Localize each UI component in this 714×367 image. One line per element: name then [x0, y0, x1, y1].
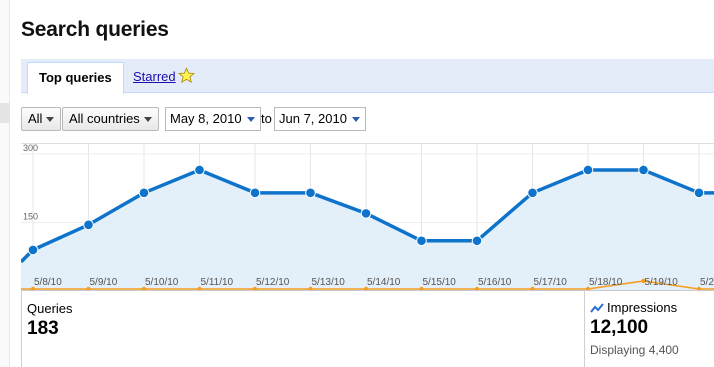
x-tick-label: 5/20/10: [700, 277, 714, 288]
gutter-marker: [0, 103, 10, 123]
x-tick-label: 5/19/10: [645, 277, 679, 288]
tab-top-queries[interactable]: Top queries: [27, 62, 124, 94]
chart-svg: 300 150 5/8/10 5/9/10 5/10/10 5/11/10 5/12/10 5…: [21, 144, 714, 292]
queries-point: [693, 187, 705, 199]
stats-panel: Queries 183 Impressions 12,100 Displayin…: [21, 291, 714, 367]
date-range-separator: to: [261, 111, 272, 126]
x-tick-label: 5/15/10: [423, 277, 457, 288]
queries-value: 183: [27, 318, 59, 339]
x-tick-label: 5/14/10: [367, 277, 401, 288]
date-from-picker[interactable]: May 8, 2010: [165, 107, 261, 131]
impressions-line-icon: [590, 302, 604, 313]
tab-starred[interactable]: Starred: [133, 69, 176, 84]
queries-point: [527, 187, 538, 199]
impressions-displaying: Displaying 4,400: [590, 343, 679, 357]
page-title: Search queries: [21, 18, 169, 41]
x-tick-label: 5/11/10: [201, 277, 234, 288]
chevron-down-icon: [351, 117, 360, 122]
x-tick-label: 5/10/10: [145, 277, 179, 288]
queries-point: [471, 235, 483, 247]
queries-point: [27, 244, 39, 256]
chevron-down-icon: [46, 117, 55, 122]
chevron-down-icon: [143, 117, 152, 122]
queries-label: Queries: [27, 301, 73, 316]
x-tick-label: 5/9/10: [90, 277, 118, 288]
y-tick-label: 300: [23, 144, 38, 153]
x-tick-label: 5/12/10: [256, 277, 290, 288]
impressions-stat[interactable]: Impressions 12,100 Displaying 4,400: [584, 291, 714, 367]
chevron-down-icon: [246, 117, 255, 122]
queries-point: [416, 235, 427, 247]
search-type-value: All: [28, 111, 43, 126]
left-gutter: [0, 0, 10, 367]
queries-point: [249, 187, 261, 199]
queries-point: [582, 164, 594, 176]
queries-chart[interactable]: 300 150 5/8/10 5/9/10 5/10/10 5/11/10 5/12/10 5…: [21, 143, 714, 292]
x-tick-label: 5/8/10: [34, 277, 62, 288]
queries-point: [194, 164, 205, 176]
y-tick-label: 150: [23, 212, 38, 222]
queries-stat[interactable]: Queries 183: [27, 301, 73, 340]
x-tick-label: 5/13/10: [312, 277, 346, 288]
tab-bar: Top queries Starred: [21, 59, 714, 94]
search-type-select[interactable]: All: [21, 107, 62, 131]
queries-point: [638, 164, 649, 176]
queries-point: [360, 208, 372, 219]
queries-point: [138, 187, 150, 199]
x-tick-label: 5/17/10: [534, 277, 568, 288]
countries-select[interactable]: All countries: [62, 107, 159, 131]
star-icon[interactable]: [178, 67, 195, 84]
filter-bar: All All countries May 8, 2010 to Jun 7, …: [21, 107, 714, 131]
impressions-value: 12,100: [590, 317, 649, 338]
date-to-picker[interactable]: Jun 7, 2010: [274, 107, 366, 131]
impressions-label: Impressions: [607, 300, 678, 315]
queries-point: [305, 187, 316, 199]
queries-point: [83, 219, 94, 231]
date-from-value: May 8, 2010: [170, 111, 242, 126]
queries-area: [21, 169, 714, 291]
countries-value: All countries: [69, 111, 140, 126]
x-tick-label: 5/16/10: [478, 277, 512, 288]
x-tick-label: 5/18/10: [589, 277, 623, 288]
date-to-value: Jun 7, 2010: [279, 111, 347, 126]
